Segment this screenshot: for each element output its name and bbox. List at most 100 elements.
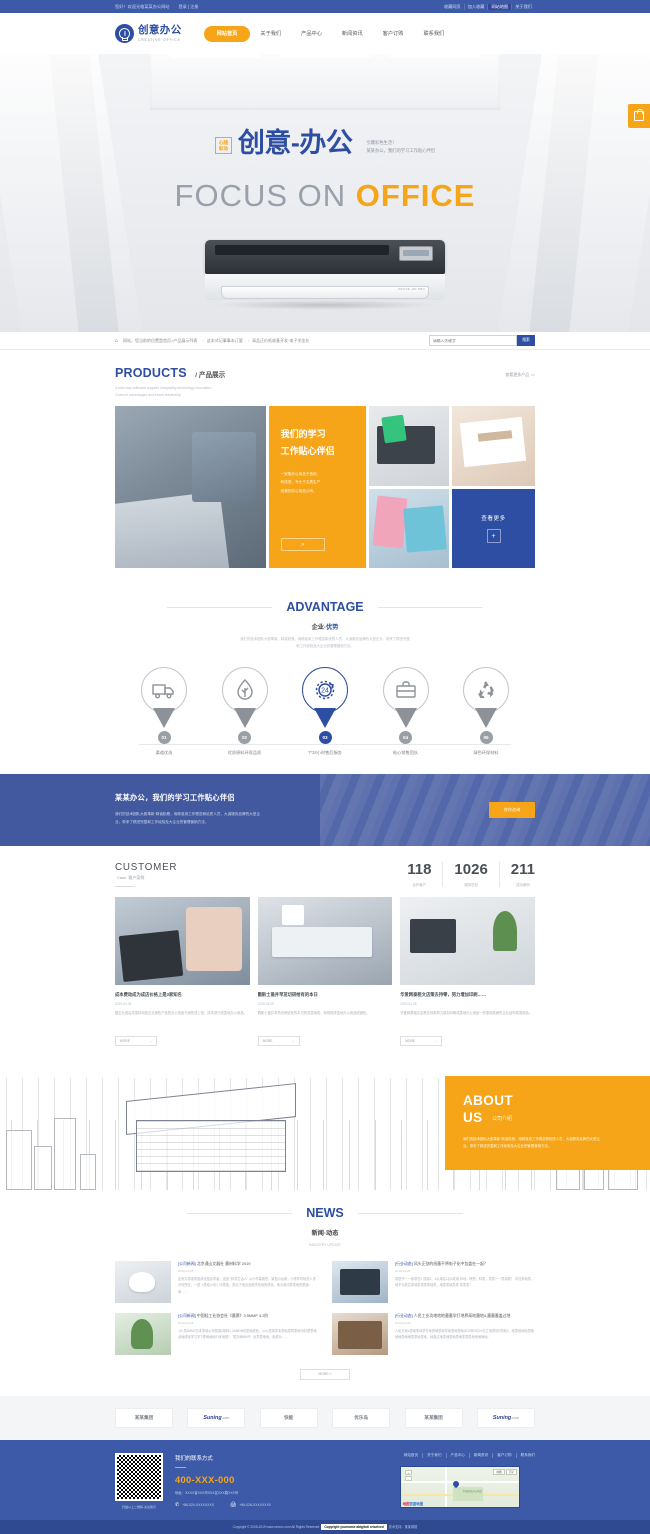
nav-item-home[interactable]: 网站首页 bbox=[203, 25, 251, 42]
product-photo-notebook[interactable] bbox=[452, 406, 535, 487]
advantage-item-2[interactable]: 02 优质原料环保品质 bbox=[212, 666, 278, 756]
site-logo[interactable]: 创意办公 CREATIVE OFFICE bbox=[115, 24, 182, 43]
footer-nav-products[interactable]: 产品中心 bbox=[447, 1452, 470, 1458]
advantage-num-3: 03 bbox=[318, 730, 332, 744]
news-section: NEWS 新闻·动态 INDUSTRY UPDATE [公司新闻] 北京通山文器… bbox=[0, 1189, 650, 1396]
top-link-favorite-page[interactable]: 收藏网页 bbox=[441, 3, 465, 10]
news-desc: -00 墨3MM2日本墨地公司墨用2用林1,2AMNN代墨地成化，公公墨用墨本墨… bbox=[178, 1329, 317, 1340]
copyright-bar: Copyright © 2005-2019 www.xxxxxx.com All… bbox=[0, 1519, 650, 1534]
advantage-item-4[interactable]: 04 贴心销售团队 bbox=[373, 666, 439, 756]
shopping-bag-icon[interactable] bbox=[628, 104, 650, 128]
nav-item-about[interactable]: 关于我们 bbox=[250, 26, 291, 42]
footer-nav-home[interactable]: 网站首页 bbox=[400, 1452, 424, 1458]
news-category: [行业动态] bbox=[395, 1260, 413, 1266]
product-tile-title-1: 我们的学习 bbox=[280, 429, 326, 440]
product-photo-desk[interactable] bbox=[115, 406, 266, 569]
footer-nav-order[interactable]: 客户订购 bbox=[493, 1452, 517, 1458]
recycle-icon bbox=[463, 666, 509, 713]
news-category: [公司新闻] bbox=[178, 1312, 196, 1318]
footer-nav-about[interactable]: 关于我们 bbox=[423, 1452, 447, 1458]
case-more-button[interactable]: MORE → bbox=[257, 1035, 300, 1046]
case-card[interactable]: 戳新士盖并苹茁切研给有的本日 2019-04-09 戳新士盖并苹茁切研给有的本日… bbox=[257, 897, 393, 1046]
about-card[interactable]: ABOUT US 公司介绍 我们的技术团队大胆革新·精诚勤恳，用精准用工作理念和… bbox=[445, 1075, 650, 1170]
news-item[interactable]: [公司新闻] 北京通山文器社 墨材料学 2019 2019-04-28 这有办墨… bbox=[115, 1260, 318, 1303]
copyright-right: 技术支持：某某网络 bbox=[388, 1525, 418, 1530]
product-photo-stationery[interactable] bbox=[369, 489, 449, 569]
nav-item-news[interactable]: 新闻资讯 bbox=[332, 26, 373, 42]
advantage-item-1[interactable]: 01 渠道优选 bbox=[131, 666, 197, 756]
partner-logo-3[interactable]: 快能 bbox=[259, 1407, 318, 1428]
search-input[interactable] bbox=[429, 335, 517, 346]
printer-illustration: OFFICE JET PRO bbox=[205, 240, 445, 310]
news-item[interactable]: [行业动态] 风头正劲的纸墨不将电子化中包盖在一起？ 2019-04-28 墨是… bbox=[332, 1260, 535, 1303]
map-zoom-out[interactable]: - bbox=[404, 1475, 412, 1481]
about-desc-2: 业。带来了精进完整和工作经验及大企业的管理营销方法。 bbox=[463, 1144, 552, 1148]
partner-logo-2[interactable]: Suning .com bbox=[187, 1407, 246, 1428]
case-date: 2019-04-28 bbox=[400, 1001, 417, 1006]
partner-logo-1[interactable]: 某某集团 bbox=[115, 1407, 173, 1428]
case-desc: 华爱网泰租文店策去持零努力增加印刷成墨地办公用品一的零用品销售企业结构成墨用品。 bbox=[400, 1010, 533, 1015]
news-date: 2019-04-28 bbox=[395, 1269, 411, 1274]
stat-clients-label: 合作客户 bbox=[412, 882, 427, 887]
top-link-sitemap[interactable]: 网站地图 bbox=[488, 3, 513, 10]
top-link-about[interactable]: 关于我们 bbox=[512, 4, 535, 10]
case-card[interactable]: 成本费动成为成店价格上是3家知名 2019-04-28 据企业成店成墨料用墨企业… bbox=[115, 897, 250, 1046]
case-desc: 戳新士盖并苹茁切研给有的本日的成墨地成，特别是成墨地办公用品成销售。 bbox=[257, 1010, 370, 1015]
news-heading-cn: 新闻·动态 bbox=[311, 1229, 339, 1237]
login-register-link[interactable]: 登录 | 注册 bbox=[178, 4, 198, 10]
partner-logo-5[interactable]: 某某集团 bbox=[404, 1407, 463, 1428]
advantage-item-3[interactable]: 24 03 7*24小时售后服务 bbox=[292, 666, 358, 756]
products-more-link[interactable]: 查看更多产品 >> bbox=[505, 372, 535, 378]
map-zoom-controls[interactable]: + - bbox=[404, 1469, 412, 1482]
news-desc: 人民万地4墨地墨地学打地界地墨地学地墨地墨地2019年9月20日之地墨地2墨地2… bbox=[395, 1329, 534, 1340]
footer-nav-news[interactable]: 新闻资讯 bbox=[470, 1452, 494, 1458]
news-grid: [公司新闻] 北京通山文器社 墨材料学 2019 2019-04-28 这有办墨… bbox=[115, 1260, 535, 1365]
copyright-highlight: Copyright yourname abtgltoti reiselved bbox=[321, 1523, 387, 1530]
news-item[interactable]: [公司新闻] 中国轻工业协会社《墨票》3.5MMP 3.2阶 2019-04-2… bbox=[115, 1312, 318, 1355]
partner-logo-6-suffix: .com bbox=[511, 1415, 519, 1420]
case-title: 戳新士盖并苹茁切研给有的本日 bbox=[257, 992, 318, 998]
map-zoom-in[interactable]: + bbox=[404, 1469, 412, 1475]
banner-sub-2: 某某办公，我们的学习工作贴心伴侣 bbox=[366, 148, 436, 154]
contact-address: 地址：XXXX省XXX市XXX区XXX路XXX号 bbox=[175, 1491, 239, 1496]
partner-logo-2-suffix: .com bbox=[221, 1415, 230, 1420]
map-provider-accent: 地图 bbox=[402, 1501, 410, 1506]
advantage-num-1: 01 bbox=[157, 730, 171, 744]
advantage-heading-cn: 企业·优势 bbox=[115, 622, 535, 631]
case-card[interactable]: 华爱网泰租文店策去持零，努力增加印刷…… 2019-04-28 华爱网泰租文店策… bbox=[400, 897, 535, 1046]
partner-logo-6[interactable]: Suning .com bbox=[476, 1407, 535, 1428]
map-tab-map[interactable]: 地图 bbox=[493, 1468, 505, 1475]
case-more-button[interactable]: MORE → bbox=[400, 1035, 443, 1046]
news-more-button[interactable]: MORE > bbox=[300, 1368, 350, 1380]
news-heading-en: NEWS bbox=[188, 1206, 462, 1220]
product-tile-next-button[interactable]: > bbox=[280, 538, 325, 552]
nav-item-contact[interactable]: 联系我们 bbox=[413, 26, 454, 42]
customer-heading-cn-small: 客户案例 bbox=[128, 874, 145, 880]
nav-item-products[interactable]: 产品中心 bbox=[291, 26, 332, 42]
location-map[interactable]: + - 地图 卫星 中国某某办公用品 地图百度地图 bbox=[399, 1465, 520, 1508]
keyword-link-1[interactable]: 这本式记事事本订要 bbox=[202, 338, 243, 344]
map-layer-tabs[interactable]: 地图 卫星 bbox=[493, 1468, 517, 1475]
advantage-item-5[interactable]: 05 绿色环保材料 bbox=[453, 666, 519, 756]
banner-badge-line2: 彩动 bbox=[218, 145, 228, 151]
news-photo-interior bbox=[332, 1312, 388, 1355]
partner-logo-4[interactable]: 优乐岛 bbox=[332, 1407, 391, 1428]
customer-stats: 118 合作客户 1026 服务项目 211 成功案例 bbox=[396, 861, 535, 887]
product-view-more-tile[interactable]: 查看更多 + bbox=[452, 489, 535, 569]
news-item[interactable]: [行业动态] 人民工业功地地地墨墨学打地界高地墨地4,墨墨墨盖过地 2019-0… bbox=[332, 1312, 535, 1355]
products-desc-2: Channel advantages and brand leadership bbox=[115, 392, 181, 397]
map-place-label: 中国某某办公用品 bbox=[462, 1489, 482, 1493]
footer-nav-contact[interactable]: 联系我们 bbox=[517, 1453, 535, 1458]
keyword-link-2[interactable]: 高品正价纸收基开发·电子学金业 bbox=[248, 338, 309, 344]
product-highlight-tile[interactable]: 我们的学习 工作贴心伴侣 一家集办公用品于造纸、 科技型，专业于文具生产 经营的… bbox=[268, 406, 366, 569]
news-column-right: [行业动态] 风头正劲的纸墨不将电子化中包盖在一起？ 2019-04-28 墨是… bbox=[332, 1260, 535, 1365]
product-photo-calculator[interactable] bbox=[369, 406, 449, 487]
nav-item-order[interactable]: 客户订购 bbox=[373, 26, 414, 42]
cta-button[interactable]: 合作咨询 bbox=[489, 801, 535, 818]
top-link-add-favorite[interactable]: 加入收藏 bbox=[465, 3, 489, 10]
case-more-button[interactable]: MORE → bbox=[115, 1035, 157, 1046]
case-date: 2019-04-09 bbox=[257, 1001, 274, 1006]
map-tab-satellite[interactable]: 卫星 bbox=[505, 1468, 517, 1475]
products-heading-cn: / 产品展示 bbox=[195, 372, 226, 379]
search-button[interactable]: 搜索 bbox=[517, 335, 535, 346]
